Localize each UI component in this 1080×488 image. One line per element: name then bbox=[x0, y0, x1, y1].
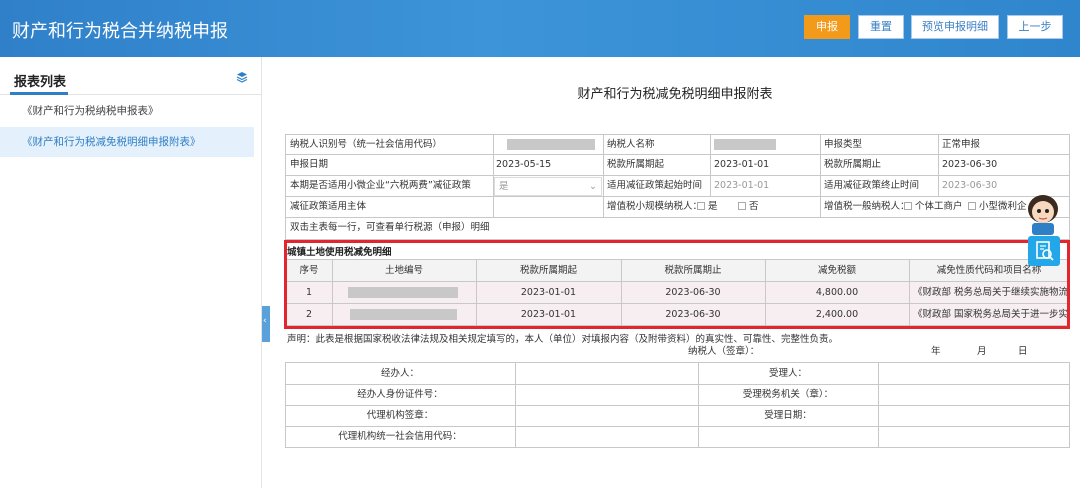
declare-date-value: 2023-05-15 bbox=[496, 159, 552, 170]
taxpayer-id-label: 纳税人识别号（统一社会信用代码） bbox=[290, 139, 443, 150]
table-grid-line bbox=[515, 362, 516, 447]
sidebar-title-underline bbox=[10, 92, 68, 95]
form-title: 财产和行为税减免税明细申报附表 bbox=[577, 87, 773, 102]
search-document-icon[interactable] bbox=[1028, 236, 1060, 266]
table-grid-line bbox=[493, 134, 494, 217]
submit-button[interactable]: 申报 bbox=[804, 15, 850, 39]
redacted-taxpayer-id bbox=[507, 139, 595, 150]
period-end-value: 2023-06-30 bbox=[942, 159, 998, 170]
redacted-taxpayer-name bbox=[714, 139, 776, 150]
period-end-label: 税款所属期止 bbox=[824, 159, 882, 170]
checkbox-icon[interactable] bbox=[697, 202, 705, 210]
agency-credit-label: 代理机构统一社会信用代码： bbox=[338, 431, 462, 442]
policy-end-value: 2023-06-30 bbox=[942, 180, 998, 191]
table-grid-line bbox=[820, 134, 821, 217]
signer-label: 纳税人（签章）： bbox=[688, 346, 760, 357]
small-biz-policy-select[interactable]: 是 ⌄ bbox=[494, 177, 602, 196]
vat-small-no-label: 否 bbox=[749, 201, 759, 212]
agency-seal-label: 代理机构签章： bbox=[366, 410, 434, 421]
declare-type-label: 申报类型 bbox=[824, 139, 863, 150]
period-start-label: 税款所属期起 bbox=[607, 159, 665, 170]
table-grid-line bbox=[710, 134, 711, 196]
table-grid-line bbox=[285, 362, 1070, 363]
top-bar: 财产和行为税合并纳税申报 申报 重置 预览申报明细 上一步 bbox=[0, 0, 1080, 57]
policy-subject-label: 减征政策适用主体 bbox=[290, 201, 367, 212]
agent-label: 经办人： bbox=[380, 368, 419, 379]
checkbox-icon[interactable] bbox=[968, 202, 976, 210]
reset-button[interactable]: 重置 bbox=[858, 15, 904, 39]
table-grid-line bbox=[1069, 362, 1070, 447]
period-start-value: 2023-01-01 bbox=[714, 159, 770, 170]
vat-small-yes-option[interactable]: 是 bbox=[697, 197, 718, 216]
individual-option[interactable]: 个体工商户 bbox=[904, 197, 963, 216]
policy-start-value: 2023-01-01 bbox=[714, 180, 770, 191]
checkbox-icon[interactable] bbox=[904, 202, 912, 210]
declare-date-label: 申报日期 bbox=[290, 159, 329, 170]
small-biz-policy-label: 本期是否适用小微企业“六税两费”减征政策 bbox=[290, 180, 471, 191]
small-micro-label: 小型微利企 bbox=[979, 201, 1027, 212]
month-label: 月 bbox=[977, 346, 987, 357]
table-grid-line bbox=[285, 447, 1070, 448]
sidebar-header: 报表列表 bbox=[0, 57, 262, 95]
small-biz-policy-value: 是 bbox=[499, 181, 509, 192]
vat-small-yes-label: 是 bbox=[708, 201, 718, 212]
assistant-avatar-icon[interactable] bbox=[1024, 193, 1062, 235]
sidebar-item-main-form[interactable]: 《财产和行为税纳税申报表》 bbox=[0, 96, 254, 126]
chevron-left-icon: ‹ bbox=[263, 316, 267, 326]
declare-type-value: 正常申报 bbox=[942, 139, 981, 150]
table-grid-line bbox=[285, 134, 286, 239]
sidebar: 报表列表 《财产和行为税纳税申报表》 《财产和行为税减免税明细申报附表》 bbox=[0, 57, 262, 488]
chevron-down-icon: ⌄ bbox=[589, 181, 597, 192]
year-label: 年 bbox=[931, 346, 941, 357]
preview-button[interactable]: 预览申报明细 bbox=[911, 15, 999, 39]
receiver-label: 受理人： bbox=[768, 368, 807, 379]
sidebar-title: 报表列表 bbox=[14, 75, 67, 90]
table-grid-line bbox=[603, 134, 604, 217]
table-grid-line bbox=[1069, 134, 1070, 239]
checkbox-icon[interactable] bbox=[738, 202, 746, 210]
small-micro-option[interactable]: 小型微利企 bbox=[968, 197, 1030, 216]
sidebar-collapse-toggle[interactable]: ‹ bbox=[262, 306, 270, 342]
table-grid-line bbox=[878, 362, 879, 447]
layers-icon[interactable] bbox=[236, 71, 248, 83]
accept-date-label: 受理日期： bbox=[764, 410, 812, 421]
policy-end-label: 适用减征政策终止时间 bbox=[824, 180, 920, 191]
individual-label: 个体工商户 bbox=[915, 201, 963, 212]
vat-small-scale-label: 增值税小规模纳税人： bbox=[607, 201, 703, 212]
policy-start-label: 适用减征政策起始时间 bbox=[607, 180, 703, 191]
highlight-box bbox=[284, 240, 1070, 329]
taxpayer-name-label: 纳税人名称 bbox=[607, 139, 655, 150]
sidebar-item-relief-form[interactable]: 《财产和行为税减免税明细申报附表》 bbox=[0, 127, 254, 157]
hint-text: 双击主表每一行，可查看单行税源（申报）明细 bbox=[290, 222, 490, 233]
agent-id-label: 经办人身份证件号： bbox=[357, 389, 443, 400]
tax-office-label: 受理税务机关（章）： bbox=[742, 389, 834, 400]
back-button[interactable]: 上一步 bbox=[1007, 15, 1063, 39]
day-label: 日 bbox=[1018, 346, 1028, 357]
table-grid-line bbox=[938, 134, 939, 196]
vat-general-label: 增值税一般纳税人： bbox=[824, 201, 910, 212]
app-title: 财产和行为税合并纳税申报 bbox=[12, 21, 228, 42]
vat-small-no-option[interactable]: 否 bbox=[738, 197, 759, 216]
